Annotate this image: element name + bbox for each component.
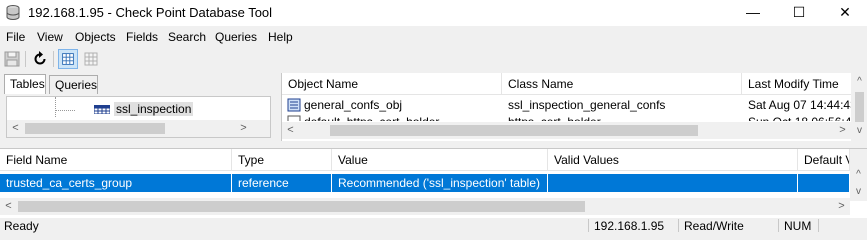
scroll-down-arrow[interactable]: v: [850, 183, 867, 200]
cell-last-modify-time: Sat Aug 07 14:44:43: [748, 98, 857, 112]
fields-vertical-scrollbar[interactable]: ^ v: [850, 149, 867, 201]
tab-tables[interactable]: Tables: [4, 74, 46, 94]
scroll-thumb[interactable]: [25, 123, 165, 134]
menu-bar: File View Objects Fields Search Queries …: [0, 27, 867, 47]
column-header-last-modify-time[interactable]: Last Modify Time: [742, 73, 867, 95]
status-server: 192.168.1.95: [594, 219, 665, 233]
cell-class-name: ssl_inspection_general_confs: [508, 98, 666, 112]
menu-objects[interactable]: Objects: [75, 30, 116, 44]
status-separator: [678, 219, 679, 232]
objects-horizontal-scrollbar[interactable]: < >: [282, 122, 851, 139]
status-numlock: NUM: [784, 219, 812, 233]
column-header-field-name[interactable]: Field Name: [0, 149, 232, 171]
status-separator: [778, 219, 779, 232]
menu-view[interactable]: View: [37, 30, 63, 44]
fields-grid-header: Field Name Type Value Valid Values Defau…: [0, 149, 867, 171]
fields-horizontal-scrollbar[interactable]: < >: [0, 198, 850, 215]
objects-grid-header: Object Name Class Name Last Modify Time: [282, 73, 867, 95]
title-bar: 192.168.1.95 - Check Point Database Tool…: [0, 0, 867, 26]
menu-queries[interactable]: Queries: [215, 30, 257, 44]
cell-field-name: trusted_ca_certs_group: [0, 174, 232, 192]
objects-vertical-scrollbar[interactable]: ^ v: [851, 73, 867, 141]
column-header-object-name[interactable]: Object Name: [282, 73, 502, 95]
scroll-left-arrow[interactable]: <: [0, 198, 17, 215]
close-button[interactable]: ✕: [822, 0, 867, 26]
menu-search[interactable]: Search: [168, 30, 206, 44]
objects-grid: Object Name Class Name Last Modify Time …: [281, 73, 867, 141]
tree-connector: [55, 110, 75, 111]
scroll-right-arrow[interactable]: >: [833, 198, 850, 215]
column-header-default-value[interactable]: Default V: [798, 149, 850, 171]
cell-default-value: [798, 174, 850, 192]
cell-valid-values: [548, 174, 798, 192]
cell-value: Recommended ('ssl_inspection' table): [332, 174, 548, 192]
table-icon: [94, 105, 110, 114]
column-header-class-name[interactable]: Class Name: [502, 73, 742, 95]
tree-node-ssl-inspection[interactable]: ssl_inspection: [114, 102, 194, 116]
window-title: 192.168.1.95 - Check Point Database Tool: [28, 5, 273, 20]
status-bar: Ready 192.168.1.95 Read/Write NUM: [0, 218, 867, 233]
scroll-thumb[interactable]: [330, 125, 698, 136]
scroll-down-arrow[interactable]: v: [851, 122, 867, 139]
tree-connector: [55, 97, 56, 117]
status-mode: Read/Write: [684, 219, 744, 233]
menu-help[interactable]: Help: [268, 30, 293, 44]
toolbar: [0, 47, 867, 71]
tree-horizontal-scrollbar[interactable]: < >: [7, 120, 270, 137]
scroll-left-arrow[interactable]: <: [282, 122, 299, 139]
scroll-thumb[interactable]: [18, 201, 585, 212]
scroll-left-arrow[interactable]: <: [7, 120, 24, 137]
refresh-icon[interactable]: [30, 49, 50, 69]
cell-last-modify-time: Sun Oct 18 06:56:44: [742, 113, 851, 121]
minimize-button[interactable]: —: [730, 0, 776, 26]
toolbar-separator: [53, 51, 54, 67]
maximize-button[interactable]: ☐: [776, 0, 822, 26]
scroll-up-arrow[interactable]: ^: [850, 166, 867, 183]
save-icon[interactable]: [2, 49, 22, 69]
status-separator: [588, 219, 589, 232]
cell-type: reference: [232, 174, 332, 192]
scroll-up-arrow[interactable]: ^: [851, 73, 867, 90]
tables-tree[interactable]: ssl_inspection < >: [6, 96, 271, 138]
table-row[interactable]: general_confs_obj ssl_inspection_general…: [282, 96, 857, 114]
status-text: Ready: [4, 219, 39, 233]
menu-fields[interactable]: Fields: [126, 30, 158, 44]
database-icon: [6, 5, 20, 20]
scroll-thumb[interactable]: [855, 92, 864, 122]
table-row[interactable]: default_https_cert_holder https_cert_hol…: [282, 113, 851, 121]
table-row-selected[interactable]: trusted_ca_certs_group reference Recomme…: [0, 174, 850, 192]
table-view-icon[interactable]: [81, 49, 101, 69]
grid-view-icon[interactable]: [58, 49, 78, 69]
toolbar-separator: [25, 51, 26, 67]
cell-object-name: general_confs_obj: [304, 98, 403, 112]
fields-grid: Field Name Type Value Valid Values Defau…: [0, 148, 867, 218]
menu-file[interactable]: File: [6, 30, 25, 44]
column-header-type[interactable]: Type: [232, 149, 332, 171]
cell-object-name: default_https_cert_holder: [298, 113, 502, 121]
scroll-right-arrow[interactable]: >: [235, 120, 252, 137]
status-separator: [818, 219, 819, 232]
column-header-valid-values[interactable]: Valid Values: [548, 149, 798, 171]
cell-class-name: https_cert_holder: [502, 113, 742, 121]
tab-queries[interactable]: Queries: [49, 75, 98, 94]
scroll-right-arrow[interactable]: >: [834, 122, 851, 139]
column-header-value[interactable]: Value: [332, 149, 548, 171]
